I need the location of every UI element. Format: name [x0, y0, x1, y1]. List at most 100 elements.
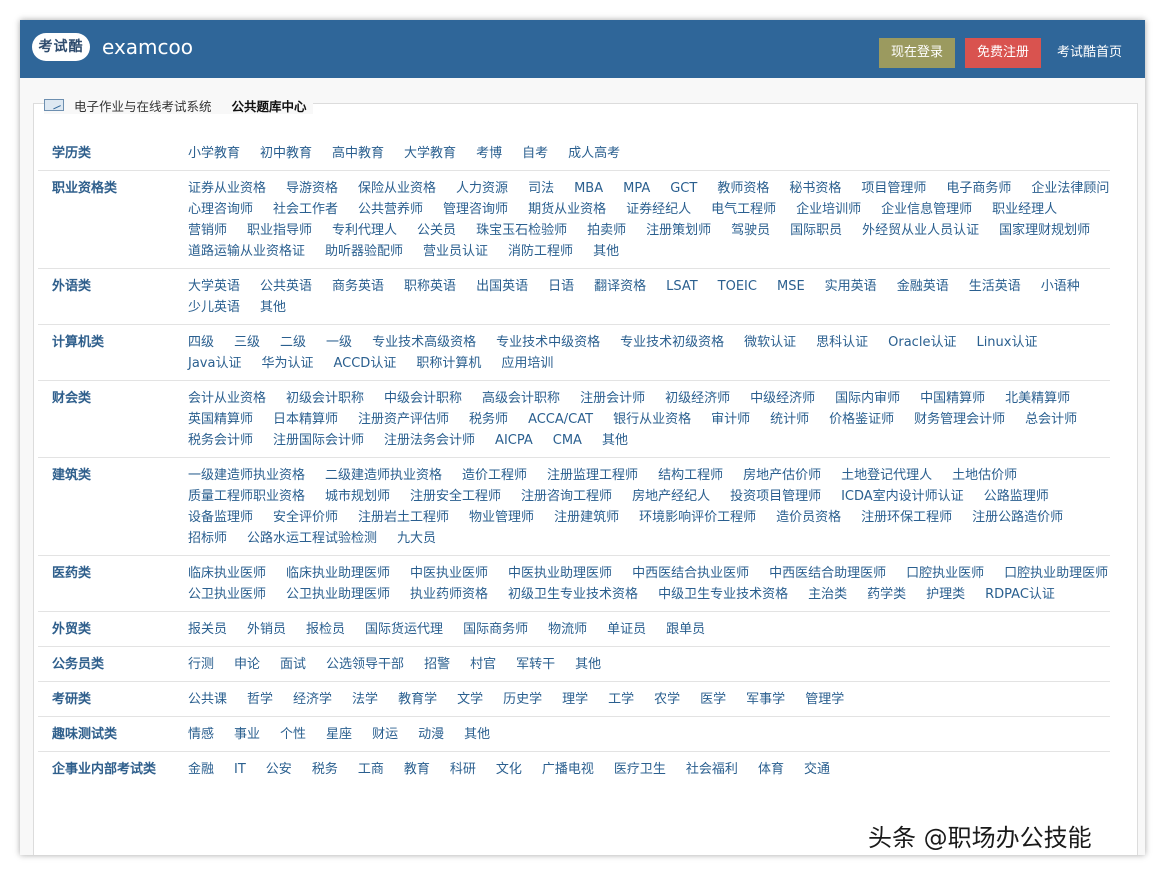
subcategory-link[interactable]: 其他	[575, 654, 601, 675]
subcategory-link[interactable]: 公关员	[417, 220, 456, 241]
subcategory-link[interactable]: 职称计算机	[416, 353, 481, 374]
subcategory-link[interactable]: 电子商务师	[946, 178, 1011, 199]
subcategory-link[interactable]: 会计从业资格	[188, 388, 266, 409]
subcategory-link[interactable]: 四级	[188, 332, 214, 353]
category-name[interactable]: 考研类	[38, 689, 188, 710]
subcategory-link[interactable]: 造价工程师	[462, 465, 527, 486]
subcategory-link[interactable]: 教师资格	[717, 178, 769, 199]
subcategory-link[interactable]: 国际职员	[790, 220, 842, 241]
breadcrumb-system[interactable]: 电子作业与在线考试系统	[74, 96, 212, 115]
category-name[interactable]: 医药类	[38, 563, 188, 584]
subcategory-link[interactable]: 营销师	[188, 220, 227, 241]
subcategory-link[interactable]: 九大员	[397, 528, 436, 549]
subcategory-link[interactable]: 其他	[593, 241, 619, 262]
subcategory-link[interactable]: 历史学	[503, 689, 542, 710]
subcategory-link[interactable]: 结构工程师	[658, 465, 723, 486]
category-name[interactable]: 企事业内部考试类	[38, 759, 188, 780]
subcategory-link[interactable]: 管理咨询师	[443, 199, 508, 220]
subcategory-link[interactable]: 投资项目管理师	[730, 486, 821, 507]
subcategory-link[interactable]: 城市规划师	[325, 486, 390, 507]
subcategory-link[interactable]: 动漫	[418, 724, 444, 745]
subcategory-link[interactable]: 二级建造师执业资格	[325, 465, 442, 486]
subcategory-link[interactable]: 中级经济师	[750, 388, 815, 409]
subcategory-link[interactable]: 总会计师	[1025, 409, 1077, 430]
subcategory-link[interactable]: 农学	[654, 689, 680, 710]
subcategory-link[interactable]: 中医执业助理医师	[508, 563, 612, 584]
subcategory-link[interactable]: Oracle认证	[888, 332, 956, 353]
subcategory-link[interactable]: 中西医结合执业医师	[632, 563, 749, 584]
subcategory-link[interactable]: 中国精算师	[920, 388, 985, 409]
subcategory-link[interactable]: 单证员	[607, 619, 646, 640]
subcategory-link[interactable]: ACCA/CAT	[528, 409, 593, 430]
subcategory-link[interactable]: 中级会计职称	[384, 388, 462, 409]
subcategory-link[interactable]: 小语种	[1041, 276, 1080, 297]
subcategory-link[interactable]: 导游资格	[286, 178, 338, 199]
subcategory-link[interactable]: 公路水运工程试验检测	[247, 528, 377, 549]
category-name[interactable]: 财会类	[38, 388, 188, 409]
subcategory-link[interactable]: 中医执业医师	[410, 563, 488, 584]
category-name[interactable]: 公务员类	[38, 654, 188, 675]
subcategory-link[interactable]: 注册环保工程师	[861, 507, 952, 528]
subcategory-link[interactable]: 工商	[358, 759, 384, 780]
subcategory-link[interactable]: 房地产经纪人	[632, 486, 710, 507]
subcategory-link[interactable]: 专业技术高级资格	[372, 332, 476, 353]
subcategory-link[interactable]: 翻译资格	[594, 276, 646, 297]
subcategory-link[interactable]: 工学	[608, 689, 634, 710]
subcategory-link[interactable]: 教育	[404, 759, 430, 780]
subcategory-link[interactable]: 医学	[700, 689, 726, 710]
subcategory-link[interactable]: 哲学	[247, 689, 273, 710]
subcategory-link[interactable]: 出国英语	[476, 276, 528, 297]
subcategory-link[interactable]: 日语	[548, 276, 574, 297]
subcategory-link[interactable]: 外销员	[247, 619, 286, 640]
subcategory-link[interactable]: 注册会计师	[580, 388, 645, 409]
subcategory-link[interactable]: 拍卖师	[587, 220, 626, 241]
subcategory-link[interactable]: 公选领导干部	[326, 654, 404, 675]
subcategory-link[interactable]: 职称英语	[404, 276, 456, 297]
subcategory-link[interactable]: 注册法务会计师	[384, 430, 475, 451]
subcategory-link[interactable]: 国际货运代理	[365, 619, 443, 640]
register-button[interactable]: 免费注册	[965, 38, 1041, 68]
subcategory-link[interactable]: 秘书资格	[789, 178, 841, 199]
subcategory-link[interactable]: 房地产估价师	[743, 465, 821, 486]
subcategory-link[interactable]: 口腔执业医师	[906, 563, 984, 584]
subcategory-link[interactable]: 土地估价师	[952, 465, 1017, 486]
subcategory-link[interactable]: 物业管理师	[469, 507, 534, 528]
subcategory-link[interactable]: 驾驶员	[731, 220, 770, 241]
subcategory-link[interactable]: 企业法律顾问	[1031, 178, 1109, 199]
subcategory-link[interactable]: 临床执业助理医师	[286, 563, 390, 584]
subcategory-link[interactable]: 公安	[266, 759, 292, 780]
subcategory-link[interactable]: 日本精算师	[273, 409, 338, 430]
subcategory-link[interactable]: 价格鉴证师	[829, 409, 894, 430]
category-name[interactable]: 外语类	[38, 276, 188, 297]
subcategory-link[interactable]: 期货从业资格	[528, 199, 606, 220]
subcategory-link[interactable]: 注册策划师	[646, 220, 711, 241]
subcategory-link[interactable]: 应用培训	[501, 353, 553, 374]
subcategory-link[interactable]: 其他	[602, 430, 628, 451]
subcategory-link[interactable]: 军转干	[516, 654, 555, 675]
subcategory-link[interactable]: 社会工作者	[273, 199, 338, 220]
subcategory-link[interactable]: 设备监理师	[188, 507, 253, 528]
subcategory-link[interactable]: 星座	[326, 724, 352, 745]
subcategory-link[interactable]: 军事学	[746, 689, 785, 710]
subcategory-link[interactable]: 护理类	[926, 584, 965, 605]
subcategory-link[interactable]: 公共营养师	[358, 199, 423, 220]
category-name[interactable]: 职业资格类	[38, 178, 188, 199]
subcategory-link[interactable]: 初级经济师	[665, 388, 730, 409]
subcategory-link[interactable]: 英国精算师	[188, 409, 253, 430]
subcategory-link[interactable]: 外经贸从业人员认证	[862, 220, 979, 241]
subcategory-link[interactable]: 专利代理人	[332, 220, 397, 241]
subcategory-link[interactable]: 公卫执业助理医师	[286, 584, 390, 605]
subcategory-link[interactable]: MBA	[574, 178, 603, 199]
subcategory-link[interactable]: 公共英语	[260, 276, 312, 297]
subcategory-link[interactable]: 微软认证	[744, 332, 796, 353]
subcategory-link[interactable]: 证券经纪人	[626, 199, 691, 220]
subcategory-link[interactable]: 招标师	[188, 528, 227, 549]
subcategory-link[interactable]: 财运	[372, 724, 398, 745]
subcategory-link[interactable]: TOEIC	[718, 276, 757, 297]
subcategory-link[interactable]: 初级卫生专业技术资格	[508, 584, 638, 605]
subcategory-link[interactable]: 自考	[522, 143, 548, 164]
subcategory-link[interactable]: 主治类	[808, 584, 847, 605]
subcategory-link[interactable]: 报关员	[188, 619, 227, 640]
subcategory-link[interactable]: Linux认证	[976, 332, 1037, 353]
subcategory-link[interactable]: 申论	[234, 654, 260, 675]
